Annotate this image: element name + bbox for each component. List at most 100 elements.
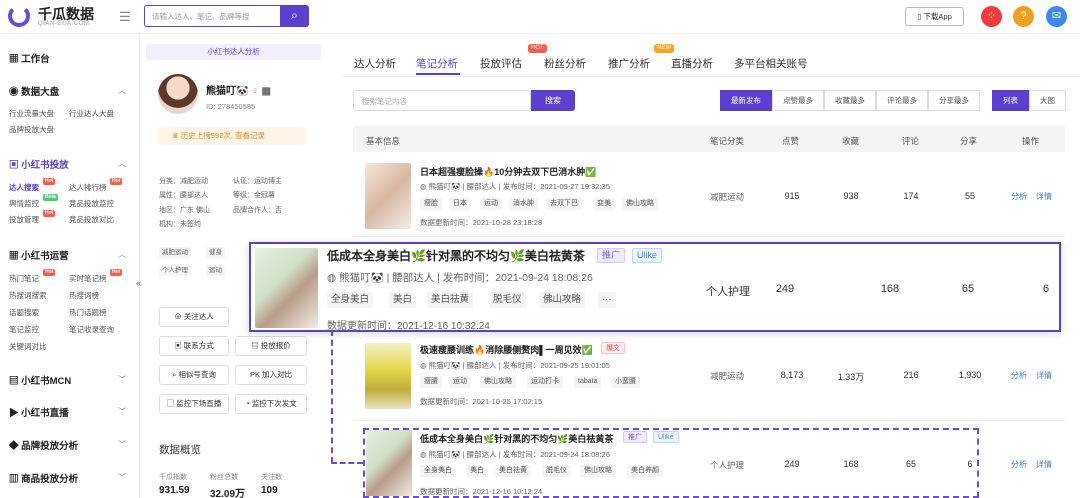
sidebar-group-xhs-operation[interactable]: ▦ 小红书运营 xyxy=(9,248,69,262)
sidebar-item[interactable]: 行业流量大盘 xyxy=(9,108,54,119)
tab-fans-analysis[interactable]: 粉丝分析 xyxy=(544,56,586,71)
author-avatar-icon: ◍ xyxy=(420,450,429,459)
history-rank-link[interactable]: ♛ 历史上榜992次, 查看记录 xyxy=(158,127,306,145)
sidebar-item[interactable]: 关键词对比 xyxy=(9,341,47,352)
follow-creator-button[interactable]: ⊕ 关注达人 xyxy=(159,307,229,327)
note-tag: 佛山攻略 xyxy=(480,376,516,388)
sort-latest[interactable]: 最新发布 xyxy=(720,90,772,111)
note-title[interactable]: 极速瘦腰训练🔥消除腰侧赘肉▌一周见效✅ xyxy=(420,343,593,356)
note-tag: 变美 xyxy=(593,198,615,210)
sidebar-workbench[interactable]: ▦ 工作台 xyxy=(9,51,50,65)
tab-creator-analysis[interactable]: 达人分析 xyxy=(354,56,396,71)
grid-icon: ▦ xyxy=(9,54,22,65)
sort-likes[interactable]: 点赞最多 xyxy=(772,90,824,111)
sidebar-group-brand[interactable]: ◆ 品牌投放分析 xyxy=(9,438,78,452)
sidebar-item[interactable]: 笔记监控 xyxy=(9,324,39,335)
col-collects[interactable]: 收藏 xyxy=(842,135,859,147)
logo-icon[interactable] xyxy=(8,5,30,27)
sidebar-item[interactable]: 热搜词榜 xyxy=(69,290,99,301)
beta-badge: Beta xyxy=(43,194,58,201)
grid-icon: ▦ xyxy=(9,251,22,262)
note-tag: 消水肿 xyxy=(509,198,538,210)
sidebar-item[interactable]: 话题搜索 xyxy=(9,307,39,318)
help-icon[interactable]: ? xyxy=(1013,6,1034,27)
detail-link[interactable]: 详情 xyxy=(1036,459,1052,470)
note-comments: 174 xyxy=(903,191,919,201)
monitor-note-button[interactable]: ◔ 监控下次发文 xyxy=(235,394,307,414)
note-icon: ▣ xyxy=(9,160,22,171)
note-update-time: 数据更新时间：2021-10-28 23:18:28 xyxy=(420,218,543,227)
tab-promotion-analysis[interactable]: 推广分析 xyxy=(608,56,650,71)
contact-button[interactable]: ▣ 联系方式 xyxy=(159,336,229,356)
chevron-up-icon[interactable]: ︿ xyxy=(118,158,126,169)
message-icon[interactable]: ✉ xyxy=(1046,6,1067,27)
note-search-button[interactable]: 搜索 xyxy=(531,90,575,111)
note-thumbnail[interactable] xyxy=(365,163,411,229)
sort-shares[interactable]: 分享最多 xyxy=(928,90,980,111)
sidebar-group-xhs-placement[interactable]: ▣ 小红书投放 xyxy=(9,157,69,171)
sidebar-item[interactable]: 热搜词搜索 xyxy=(9,290,47,301)
view-list[interactable]: 列表 xyxy=(992,90,1029,111)
sidebar-item[interactable]: 竞品投放对比 xyxy=(69,214,114,225)
sidebar-item[interactable]: 热门话题榜 xyxy=(69,307,107,318)
download-app-button[interactable]: ▯ 下载App xyxy=(905,7,964,26)
tab-note-analysis[interactable]: 笔记分析 xyxy=(416,56,458,71)
sort-comments[interactable]: 评论最多 xyxy=(876,90,928,111)
sidebar-item[interactable]: 热门笔记 xyxy=(9,273,39,284)
col-likes[interactable]: 点赞 xyxy=(782,135,799,147)
sort-collects[interactable]: 收藏最多 xyxy=(824,90,876,111)
note-thumbnail[interactable] xyxy=(365,343,411,409)
search-button[interactable]: ⌕ xyxy=(280,5,309,27)
quote-button[interactable]: ▤ 投放报价 xyxy=(235,336,307,356)
analyze-link[interactable]: 分析 xyxy=(1011,191,1027,202)
chevron-down-icon[interactable]: ﹀ xyxy=(118,472,126,483)
col-shares[interactable]: 分享 xyxy=(960,135,977,147)
note-title[interactable]: 日本超强瘦脸操🔥10分钟去双下巴消水肿✅ xyxy=(420,165,596,178)
similar-account-button[interactable]: ⌕ 相似号查询 xyxy=(159,365,229,385)
sidebar-item[interactable]: 笔记收录查询 xyxy=(69,324,114,335)
tab-multi-platform[interactable]: 多平台相关账号 xyxy=(734,56,808,71)
col-comments[interactable]: 评论 xyxy=(902,135,919,147)
detail-link[interactable]: 详情 xyxy=(1036,370,1052,381)
author-avatar-icon: ◍ xyxy=(327,272,340,284)
qrcode-icon[interactable]: ▦ xyxy=(262,86,271,97)
analyze-link[interactable]: 分析 xyxy=(1011,459,1027,470)
menu-toggle-icon[interactable]: ☰ xyxy=(119,9,131,25)
sidebar-item[interactable]: 舆情监控 xyxy=(9,198,39,209)
chevron-down-icon[interactable]: ﹀ xyxy=(118,374,126,385)
note-tag: tabata xyxy=(574,376,602,388)
more-tags[interactable]: ··· xyxy=(598,292,616,308)
sidebar-group-live[interactable]: ▶ 小红书直播 xyxy=(9,405,69,419)
detail-link[interactable]: 详情 xyxy=(1036,191,1052,202)
sidebar-group-product[interactable]: ▥ 商品投放分析 xyxy=(9,471,78,485)
chevron-down-icon[interactable]: ﹀ xyxy=(118,406,126,417)
note-thumbnail[interactable] xyxy=(366,430,412,496)
sidebar-item[interactable]: 实时笔记榜 xyxy=(69,273,107,284)
chevron-up-icon[interactable]: ︿ xyxy=(118,249,126,260)
sidebar-item[interactable]: 品牌投放大盘 xyxy=(9,124,54,135)
view-grid[interactable]: 大图 xyxy=(1029,90,1066,111)
tab-live-analysis[interactable]: 直播分析 xyxy=(671,56,713,71)
analyze-link[interactable]: 分析 xyxy=(1011,370,1027,381)
note-thumbnail[interactable] xyxy=(255,248,318,328)
note-likes: 8,173 xyxy=(780,370,804,380)
tab-placement-eval[interactable]: 投放评估 xyxy=(480,56,522,71)
note-tag: 美白 xyxy=(389,292,417,308)
pk-compare-button[interactable]: PK 加入对比 xyxy=(235,365,307,385)
note-title[interactable]: 低成本全身美白🌿针对黑的不均匀🌿美白祛黄茶 xyxy=(420,432,613,445)
note-title[interactable]: 低成本全身美白🌿针对黑的不均匀🌿美白祛黄茶 xyxy=(327,247,585,264)
sidebar-item[interactable]: 竞品投放监控 xyxy=(69,198,114,209)
chevron-down-icon[interactable]: ﹀ xyxy=(118,439,126,450)
sidebar-item[interactable]: 达人排行榜 xyxy=(69,182,107,193)
mcn-icon: ▤ xyxy=(9,376,22,387)
sidebar-group-dashboard[interactable]: ◉ 数据大盘 xyxy=(9,84,59,98)
monitor-live-button[interactable]: ▢ 监控下场直播 xyxy=(159,394,229,414)
note-shares: 55 xyxy=(964,191,975,201)
chevron-up-icon[interactable]: ︿ xyxy=(118,85,126,96)
sidebar-item[interactable]: 行业达人大盘 xyxy=(69,108,114,119)
collapse-sidebar-icon[interactable]: « xyxy=(136,278,141,288)
sidebar-group-mcn[interactable]: ▤ 小红书MCN xyxy=(9,373,71,387)
sidebar-item[interactable]: 投放管理 xyxy=(9,214,39,225)
apps-grid-icon[interactable]: ⁘ xyxy=(981,6,1002,27)
sidebar-item-creator-search[interactable]: 达人搜索 xyxy=(9,182,39,193)
